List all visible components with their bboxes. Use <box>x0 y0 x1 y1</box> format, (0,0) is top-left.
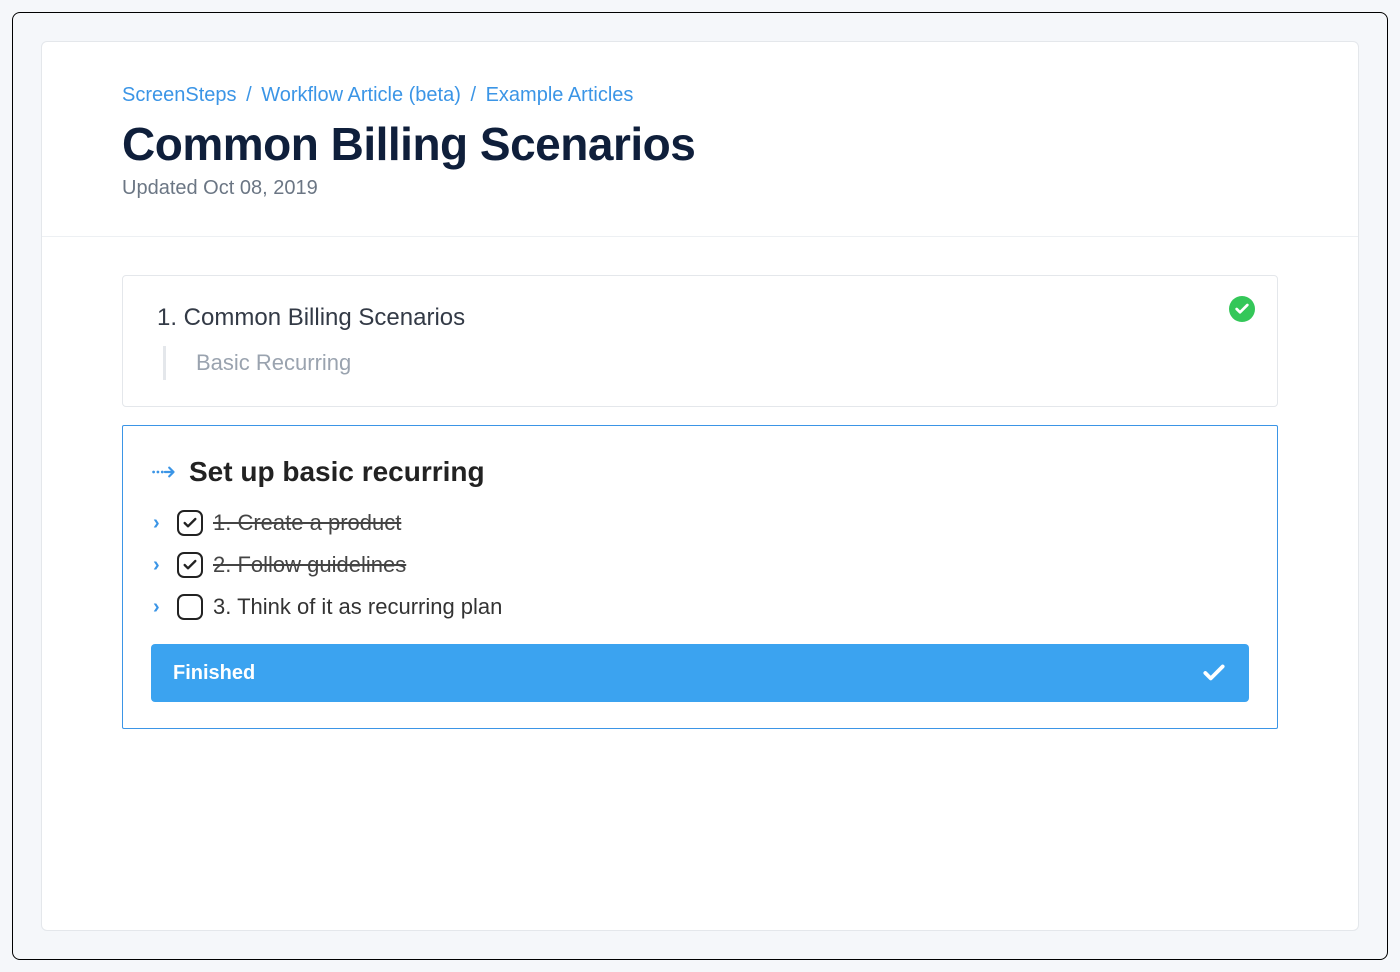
outer-frame: ScreenSteps / Workflow Article (beta) / … <box>12 12 1388 960</box>
progress-title: 1. Common Billing Scenarios <box>157 304 1243 332</box>
updated-date: Updated Oct 08, 2019 <box>122 177 1278 200</box>
breadcrumb-link-examples[interactable]: Example Articles <box>486 84 634 106</box>
finished-button-label: Finished <box>173 662 255 685</box>
progress-subsection: Basic Recurring <box>163 346 1243 380</box>
finished-button[interactable]: Finished <box>151 644 1249 702</box>
workflow-header: Set up basic recurring <box>151 456 1249 488</box>
article-header: ScreenSteps / Workflow Article (beta) / … <box>42 42 1358 237</box>
complete-check-icon <box>1229 296 1255 322</box>
article-body: 1. Common Billing Scenarios Basic Recurr… <box>42 237 1358 767</box>
workflow-title: Set up basic recurring <box>189 456 485 488</box>
checklist-item: › 1. Create a product <box>153 510 1249 536</box>
expand-chevron-icon[interactable]: › <box>153 513 167 533</box>
checkbox[interactable] <box>177 594 203 620</box>
checklist-item: › 2. Follow guidelines <box>153 552 1249 578</box>
article-card: ScreenSteps / Workflow Article (beta) / … <box>41 41 1359 931</box>
progress-subtitle: Basic Recurring <box>190 346 1243 380</box>
workflow-card: Set up basic recurring › 1. Create a pro… <box>122 425 1278 729</box>
checklist-item-label: 2. Follow guidelines <box>213 552 406 578</box>
check-icon <box>1201 660 1227 686</box>
breadcrumb-separator: / <box>470 84 476 106</box>
breadcrumb: ScreenSteps / Workflow Article (beta) / … <box>122 84 1278 107</box>
checklist-item: › 3. Think of it as recurring plan <box>153 594 1249 620</box>
breadcrumb-link-workflow[interactable]: Workflow Article (beta) <box>261 84 461 106</box>
checkbox[interactable] <box>177 552 203 578</box>
checklist: › 1. Create a product › 2. Follow guidel… <box>151 510 1249 620</box>
progress-card: 1. Common Billing Scenarios Basic Recurr… <box>122 275 1278 407</box>
breadcrumb-link-screensteps[interactable]: ScreenSteps <box>122 84 237 106</box>
breadcrumb-separator: / <box>246 84 252 106</box>
expand-chevron-icon[interactable]: › <box>153 597 167 617</box>
dotted-arrow-icon <box>151 462 177 482</box>
checklist-item-label: 1. Create a product <box>213 510 401 536</box>
expand-chevron-icon[interactable]: › <box>153 555 167 575</box>
page-title: Common Billing Scenarios <box>122 117 1278 171</box>
checklist-item-label: 3. Think of it as recurring plan <box>213 594 502 620</box>
checkbox[interactable] <box>177 510 203 536</box>
